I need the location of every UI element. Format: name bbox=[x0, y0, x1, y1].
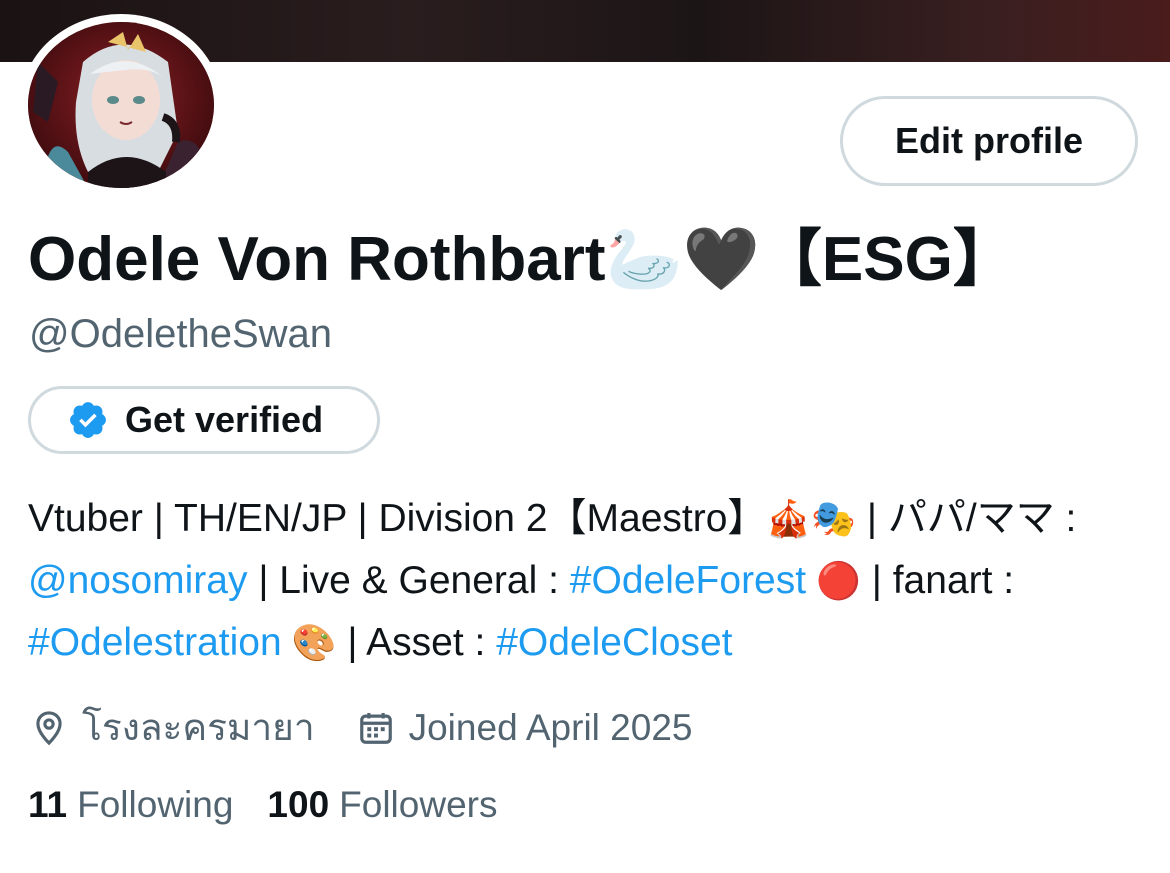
followers-link[interactable]: 100 Followers bbox=[267, 784, 497, 826]
hashtag-link[interactable]: #Odelestration bbox=[28, 621, 282, 664]
hashtag-link[interactable]: #OdeleCloset bbox=[496, 621, 732, 664]
avatar[interactable] bbox=[28, 22, 214, 188]
user-handle: @OdeletheSwan bbox=[29, 312, 333, 356]
joined-item: Joined April 2025 bbox=[357, 707, 693, 749]
red-circle-emoji: 🔴 bbox=[806, 560, 861, 601]
follow-stats: 11 Following 100 Followers bbox=[28, 784, 531, 826]
profile-meta: โรงละครมายา Joined April 2025 bbox=[30, 698, 735, 757]
joined-date-text: Joined April 2025 bbox=[408, 706, 693, 748]
following-label: Following bbox=[77, 784, 234, 825]
following-count: 11 bbox=[28, 784, 68, 825]
get-verified-button[interactable]: Get verified bbox=[28, 386, 380, 454]
followers-count: 100 bbox=[267, 784, 330, 825]
edit-profile-button[interactable]: Edit profile bbox=[840, 96, 1138, 186]
circus-masks-emoji: 🎪🎭 bbox=[766, 498, 857, 539]
profile-page: Edit profile Odele Von Rothbart🦢🖤【ESG】 @… bbox=[0, 0, 1170, 873]
verified-badge-icon bbox=[70, 402, 106, 438]
mention-link[interactable]: @nosomiray bbox=[28, 559, 248, 602]
display-name: Odele Von Rothbart🦢🖤【ESG】 bbox=[28, 225, 1015, 294]
bio-text: | Live & General : bbox=[247, 559, 570, 602]
bio-text: | Asset : bbox=[336, 621, 497, 664]
avatar-frame bbox=[20, 14, 222, 196]
location-text: โรงละครมายา bbox=[82, 707, 315, 748]
avatar-illustration bbox=[28, 22, 214, 188]
location-pin-icon bbox=[36, 710, 62, 745]
following-link[interactable]: 11 Following bbox=[28, 784, 233, 826]
palette-emoji: 🎨 bbox=[281, 622, 337, 663]
calendar-icon bbox=[359, 712, 392, 744]
get-verified-label: Get verified bbox=[125, 399, 324, 440]
location-item: โรงละครมายา bbox=[30, 698, 315, 757]
bio-text: Vtuber | TH/EN/JP | Division 2【Maestro】 bbox=[28, 497, 767, 540]
hashtag-link[interactable]: #OdeleForest bbox=[570, 559, 806, 602]
bio-text: | パパ/ママ : bbox=[856, 497, 1077, 540]
followers-label: Followers bbox=[339, 784, 498, 825]
bio-text: | fanart : bbox=[860, 559, 1015, 602]
profile-bio: Vtuber | TH/EN/JP | Division 2【Maestro】🎪… bbox=[28, 488, 1138, 674]
